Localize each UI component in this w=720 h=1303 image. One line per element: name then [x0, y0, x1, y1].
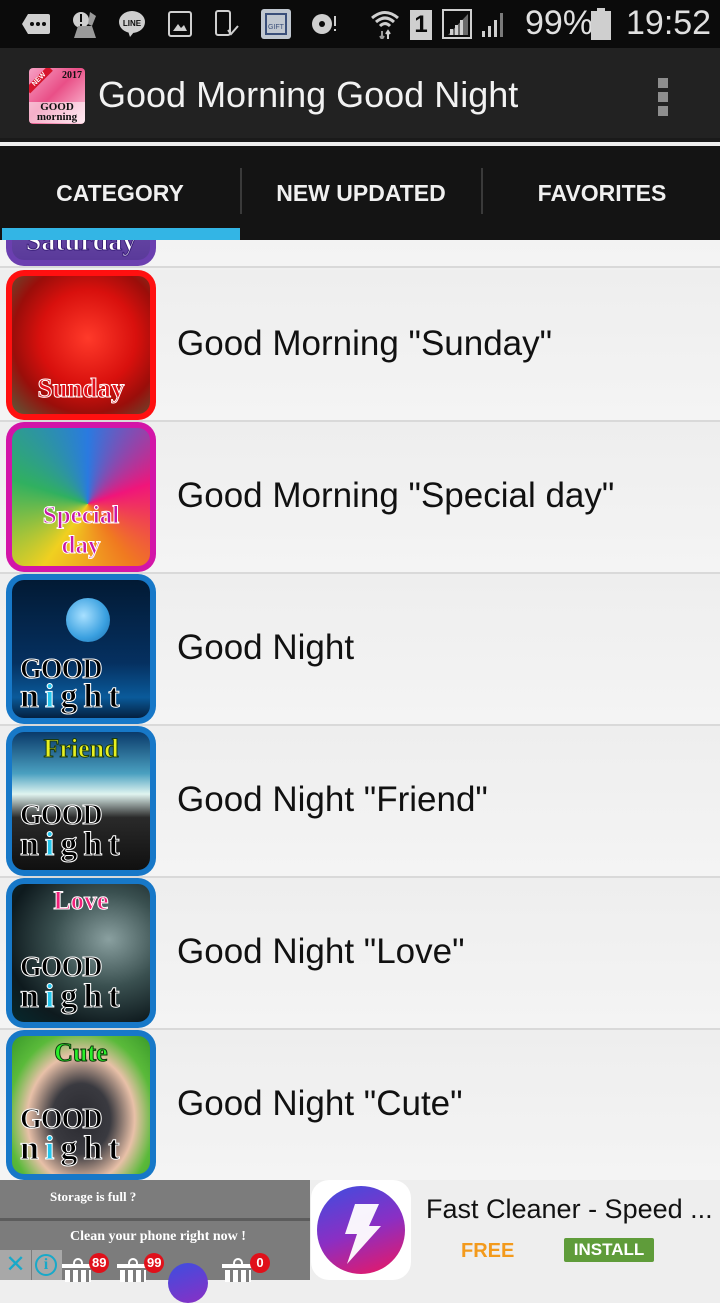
thumbnail-good-night-love: Love GOOD night — [6, 878, 156, 1028]
tab-bar: CATEGORY NEW UPDATED FAVORITES — [0, 146, 720, 240]
app-logo-year: 2017 — [62, 70, 82, 81]
ad-info-button[interactable]: i — [32, 1250, 62, 1280]
thumbnail-caption: day — [61, 532, 101, 560]
list-item-label: Good Morning "Sunday" — [177, 324, 553, 363]
ad-app-name: Fast Cleaner - Speed ... — [426, 1194, 713, 1224]
action-bar: NEW 2017 GOOD morning Good Morning Good … — [0, 48, 720, 142]
trash-badge: 99 — [144, 1253, 165, 1273]
app-logo-new-ribbon: NEW — [29, 68, 54, 94]
bolt-logo-icon — [168, 1263, 208, 1303]
line-app-icon: LINE — [118, 10, 146, 38]
list-item-good-night-cute[interactable]: Cute GOOD night Good Night "Cute" — [0, 1030, 720, 1180]
thumbnail-caption: Love — [53, 886, 109, 916]
thumbnail-good-night-cute: Cute GOOD night — [6, 1030, 156, 1180]
gallery-icon — [168, 10, 192, 38]
more-vert-icon — [658, 78, 668, 88]
thumbnail-special-day: Special day — [6, 422, 156, 572]
overflow-menu-button[interactable] — [648, 72, 678, 120]
svg-text:LINE: LINE — [123, 19, 142, 28]
thumbnail-caption: Sunday — [37, 373, 125, 404]
tab-favorites[interactable]: FAVORITES — [482, 146, 720, 240]
thumbnail-good-night: GOOD night — [6, 574, 156, 724]
tab-new-updated[interactable]: NEW UPDATED — [241, 146, 481, 240]
lightning-bolt-icon — [317, 1186, 405, 1274]
list-item-special-day[interactable]: Special day Good Morning "Special day" — [0, 422, 720, 574]
list-item-label: Good Night — [177, 628, 355, 667]
list-item-saturday[interactable]: Saturday — [0, 240, 720, 268]
battery-icon — [590, 8, 612, 40]
thumbnail-sunday: Sunday — [6, 270, 156, 420]
list-item-good-night-love[interactable]: Love GOOD night Good Night "Love" — [0, 878, 720, 1030]
list-item-label: Good Night "Cute" — [177, 1084, 463, 1123]
thumbnail-caption: Friend — [43, 734, 119, 764]
ad-subline: Clean your phone right now ! — [70, 1229, 246, 1244]
thumbnail-caption: Special — [42, 502, 120, 530]
list-item-label: Good Night "Friend" — [177, 780, 488, 819]
ad-install-button[interactable]: INSTALL — [564, 1238, 654, 1262]
trash-badge: 0 — [250, 1253, 270, 1273]
device-check-icon — [214, 10, 240, 38]
ad-headline: Storage is full ? — [50, 1189, 137, 1204]
info-icon: i — [35, 1254, 57, 1276]
thumbnail-night-text: night — [20, 978, 126, 1016]
list-item-good-night-friend[interactable]: Friend GOOD night Good Night "Friend" — [0, 726, 720, 878]
wifi-icon — [370, 10, 400, 39]
app-title: Good Morning Good Night — [98, 74, 519, 115]
signal-sim1-icon — [442, 9, 472, 39]
list-item-label: Good Night "Love" — [177, 932, 465, 971]
thumbnail-night-text: night — [20, 678, 126, 716]
list-item-label: Good Morning "Special day" — [177, 476, 615, 515]
alert-icon — [72, 10, 98, 38]
category-list[interactable]: Saturday Sunday Good Morning "Sunday" Sp… — [0, 240, 720, 1180]
svg-text:GIFT: GIFT — [268, 24, 285, 31]
sim-indicator: 1 — [410, 10, 432, 40]
list-item-good-night[interactable]: GOOD night Good Night — [0, 574, 720, 726]
thumbnail-good-night-friend: Friend GOOD night — [6, 726, 156, 876]
ad-app-icon[interactable] — [311, 1180, 411, 1280]
thumbnail-night-text: night — [20, 826, 126, 864]
ad-banner[interactable]: Storage is full ? Clean your phone right… — [0, 1180, 720, 1303]
more-vert-icon-dot — [658, 106, 668, 116]
app-logo[interactable]: NEW 2017 GOOD morning — [29, 68, 85, 124]
selected-tab-indicator — [2, 228, 240, 240]
thumbnail-caption: Saturday — [25, 240, 137, 258]
signal-sim2-icon — [480, 10, 506, 38]
trash-badge: 89 — [89, 1253, 110, 1273]
more-vert-icon-dot — [658, 92, 668, 102]
moon-image — [66, 598, 110, 642]
disc-alert-icon — [310, 10, 338, 38]
app-logo-line2: morning — [29, 112, 85, 123]
ad-price: FREE — [461, 1240, 515, 1262]
ad-close-button[interactable]: ✕ — [0, 1250, 31, 1280]
more-notifications-icon — [22, 10, 50, 38]
ad-creative[interactable]: Storage is full ? Clean your phone right… — [0, 1180, 310, 1303]
pocket-gift-icon: GIFT — [261, 9, 291, 39]
tab-category[interactable]: CATEGORY — [0, 146, 240, 240]
thumbnail-night-text: night — [20, 1130, 126, 1168]
ad-divider — [0, 1218, 310, 1221]
thumbnail-saturday: Saturday — [6, 240, 156, 266]
clock: 19:52 — [626, 4, 712, 42]
battery-percent: 99% — [525, 4, 594, 42]
status-bar: LINE GIFT 1 99% 19:52 — [0, 0, 720, 48]
close-icon: ✕ — [5, 1251, 26, 1278]
thumbnail-caption: Cute — [54, 1038, 108, 1068]
list-item-sunday[interactable]: Sunday Good Morning "Sunday" — [0, 270, 720, 422]
